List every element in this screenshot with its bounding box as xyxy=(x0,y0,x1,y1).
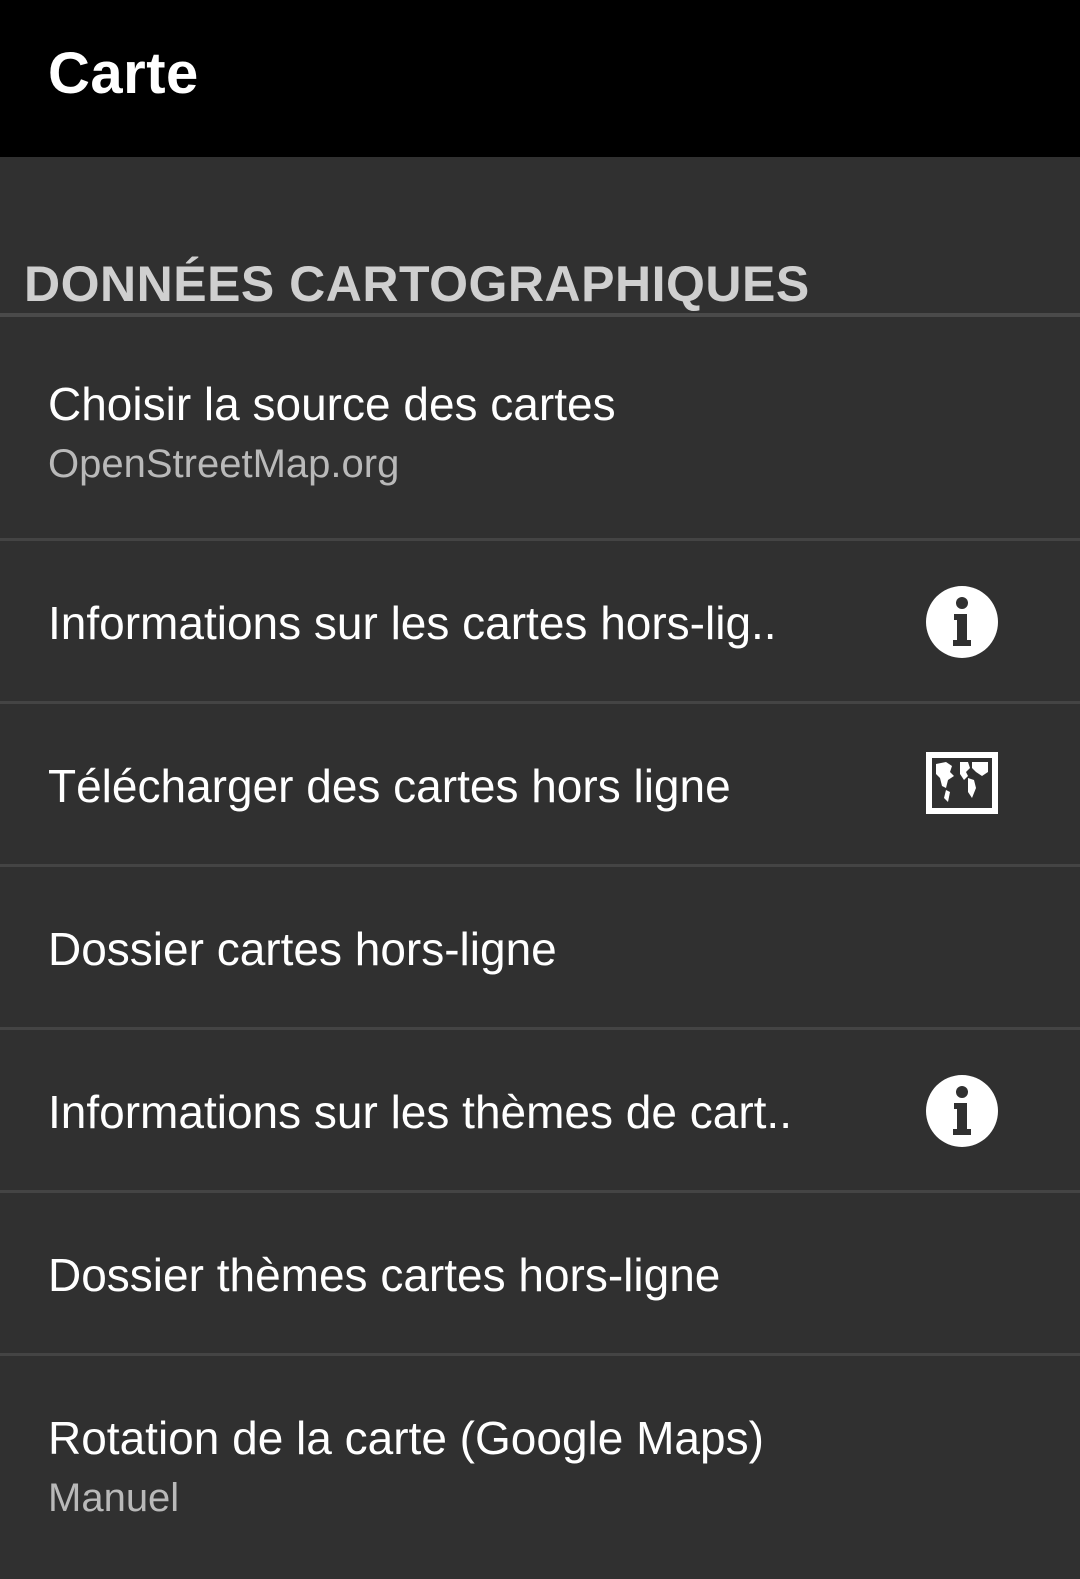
list-item-map-rotation[interactable]: Rotation de la carte (Google Maps) Manue… xyxy=(0,1356,1080,1579)
list-item-title: Télécharger des cartes hors ligne xyxy=(48,760,731,812)
list-item-map-themes-folder[interactable]: Dossier thèmes cartes hors-ligne xyxy=(0,1193,1080,1356)
list-item-title: Dossier thèmes cartes hors-ligne xyxy=(48,1249,721,1301)
section-header-label: DONNÉES CARTOGRAPHIQUES xyxy=(24,256,810,312)
list-item-subtitle: OpenStreetMap.org xyxy=(48,442,400,486)
list-item-download-offline-maps[interactable]: Télécharger des cartes hors ligne xyxy=(0,704,1080,867)
list-item-map-themes-info[interactable]: Informations sur les thèmes de cart.. xyxy=(0,1030,1080,1193)
list-item-subtitle: Manuel xyxy=(48,1476,180,1520)
info-icon[interactable] xyxy=(924,584,1000,660)
section-header: DONNÉES CARTOGRAPHIQUES xyxy=(0,157,1080,317)
list-item-offline-maps-info[interactable]: Informations sur les cartes hors-lig.. xyxy=(0,541,1080,704)
list-item-title: Informations sur les thèmes de cart.. xyxy=(48,1086,792,1138)
list-item-title: Dossier cartes hors-ligne xyxy=(48,923,557,975)
list-item-title: Rotation de la carte (Google Maps) xyxy=(48,1412,764,1464)
info-icon[interactable] xyxy=(924,1073,1000,1149)
page-title: Carte xyxy=(48,41,199,106)
list-item-map-source[interactable]: Choisir la source des cartes OpenStreetM… xyxy=(0,317,1080,541)
app-bar: Carte xyxy=(0,0,1080,157)
list-item-title: Informations sur les cartes hors-lig.. xyxy=(48,597,777,649)
list-item-offline-maps-folder[interactable]: Dossier cartes hors-ligne xyxy=(0,867,1080,1030)
list-item-title: Choisir la source des cartes xyxy=(48,378,616,430)
world-map-icon[interactable] xyxy=(924,750,1000,816)
